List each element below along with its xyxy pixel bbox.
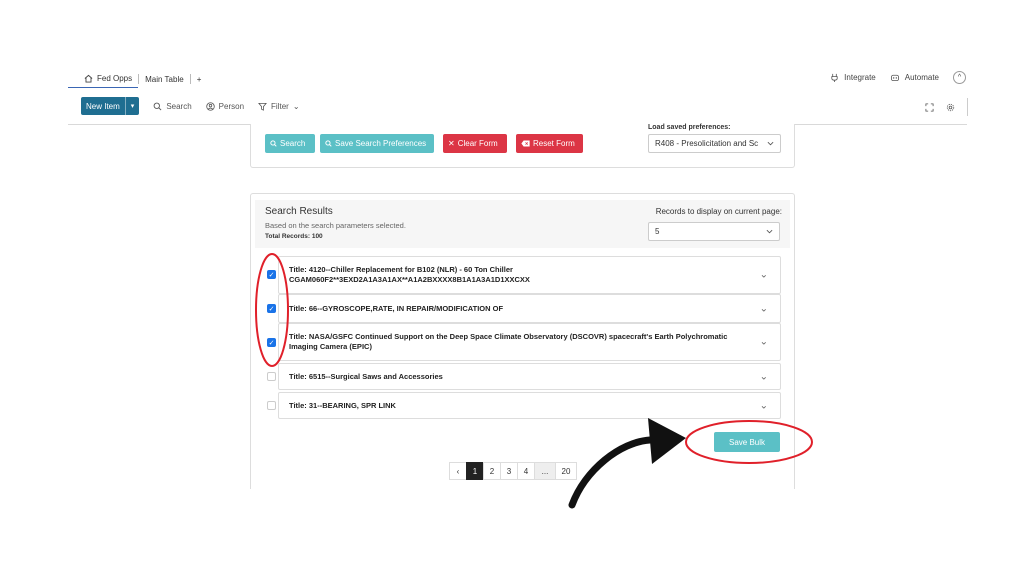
tab-main-table[interactable]: Main Table bbox=[139, 70, 190, 88]
automate-label: Automate bbox=[904, 73, 939, 82]
add-tab-button[interactable]: + bbox=[191, 70, 208, 88]
chevron-down-icon[interactable]: ⌄ bbox=[760, 370, 768, 383]
pagination-page[interactable]: 20 bbox=[555, 462, 577, 480]
chevron-down-icon[interactable]: ⌄ bbox=[760, 269, 768, 282]
chevron-up-icon: ^ bbox=[957, 74, 962, 81]
chevron-down-icon[interactable]: ⌄ bbox=[760, 336, 768, 349]
integrate-label: Integrate bbox=[844, 73, 876, 82]
pagination-ellipsis: ... bbox=[534, 462, 556, 480]
result-card[interactable]: Title: NASA/GSFC Continued Support on th… bbox=[278, 323, 781, 361]
search-icon bbox=[153, 102, 162, 111]
chevron-down-icon bbox=[767, 141, 774, 146]
plug-icon bbox=[830, 73, 839, 82]
records-per-page-select[interactable]: 5 bbox=[648, 222, 780, 241]
result-card[interactable]: Title: 6515--Surgical Saws and Accessori… bbox=[278, 363, 781, 390]
result-row: ✓ Title: 66--GYROSCOPE,RATE, IN REPAIR/M… bbox=[251, 294, 796, 323]
check-icon: ✓ bbox=[268, 305, 275, 313]
search-submit-button[interactable]: Search bbox=[265, 134, 315, 153]
top-tab-bar: Fed Opps Main Table + Integrate Automate… bbox=[68, 68, 968, 90]
results-header: Search Results Based on the search param… bbox=[255, 200, 790, 248]
board-toolbar: New Item ▾ Search Person Filter ⌄ bbox=[68, 94, 968, 118]
result-checkbox[interactable] bbox=[267, 372, 276, 381]
result-checkbox[interactable]: ✓ bbox=[267, 304, 276, 313]
pagination: ‹ 1 2 3 4 ... 20 bbox=[449, 462, 577, 480]
records-per-page-label: Records to display on current page: bbox=[655, 207, 782, 216]
load-preferences-select[interactable]: R408 - Presolicitation and Sc bbox=[648, 134, 781, 153]
filter-icon bbox=[258, 102, 267, 111]
load-preferences-value: R408 - Presolicitation and Sc bbox=[655, 139, 759, 148]
robot-icon bbox=[890, 73, 900, 82]
expand-icon[interactable] bbox=[925, 102, 934, 112]
result-title: Title: 6515--Surgical Saws and Accessori… bbox=[289, 371, 443, 381]
home-icon bbox=[84, 74, 93, 83]
save-bulk-button[interactable]: Save Bulk bbox=[714, 432, 780, 452]
result-card[interactable]: Title: 4120--Chiller Replacement for B10… bbox=[278, 256, 781, 294]
result-checkbox[interactable] bbox=[267, 401, 276, 410]
result-title: Title: 66--GYROSCOPE,RATE, IN REPAIR/MOD… bbox=[289, 303, 504, 313]
chevron-down-icon[interactable]: ⌄ bbox=[760, 399, 768, 412]
new-item-button[interactable]: New Item ▾ bbox=[81, 97, 140, 115]
result-title: Title: NASA/GSFC Continued Support on th… bbox=[289, 332, 728, 351]
clear-form-button[interactable]: ✕ Clear Form bbox=[443, 134, 507, 153]
filter-button[interactable]: Filter ⌄ bbox=[258, 101, 300, 111]
person-icon bbox=[205, 101, 215, 111]
reset-form-label: Reset Form bbox=[533, 139, 575, 148]
chevron-down-icon: ⌄ bbox=[292, 101, 300, 111]
search-button[interactable]: Search bbox=[153, 101, 192, 111]
tab-main-table-label: Main Table bbox=[145, 74, 184, 84]
backspace-icon bbox=[521, 140, 530, 147]
check-icon: ✓ bbox=[268, 271, 275, 279]
person-filter-button[interactable]: Person bbox=[205, 101, 245, 111]
integrate-button[interactable]: Integrate bbox=[830, 73, 876, 82]
result-card[interactable]: Title: 31--BEARING, SPR LINK ⌄ bbox=[278, 392, 781, 419]
search-form-panel: Search Save Search Preferences ✕ Clear F… bbox=[250, 124, 795, 168]
result-row: Title: 31--BEARING, SPR LINK ⌄ bbox=[251, 392, 796, 419]
result-row: Title: 6515--Surgical Saws and Accessori… bbox=[251, 363, 796, 390]
close-icon: ✕ bbox=[448, 139, 455, 148]
toolbar-divider bbox=[967, 98, 968, 116]
pagination-page[interactable]: 2 bbox=[483, 462, 501, 480]
result-title: Title: 31--BEARING, SPR LINK bbox=[289, 400, 396, 410]
chevron-down-icon bbox=[766, 229, 773, 234]
result-checkbox[interactable]: ✓ bbox=[267, 338, 276, 347]
filter-label: Filter bbox=[271, 101, 289, 111]
chevron-down-icon[interactable]: ▾ bbox=[124, 97, 140, 115]
pagination-page[interactable]: 3 bbox=[500, 462, 518, 480]
result-row: ✓ Title: NASA/GSFC Continued Support on … bbox=[251, 323, 796, 361]
save-search-preferences-label: Save Search Preferences bbox=[335, 139, 427, 148]
collapse-header-button[interactable]: ^ bbox=[953, 71, 966, 84]
records-per-page-value: 5 bbox=[655, 227, 660, 236]
search-label: Search bbox=[166, 101, 192, 111]
result-card[interactable]: Title: 66--GYROSCOPE,RATE, IN REPAIR/MOD… bbox=[278, 294, 781, 323]
tab-fed-opps-label: Fed Opps bbox=[97, 74, 133, 83]
tab-fed-opps[interactable]: Fed Opps bbox=[68, 70, 139, 88]
total-records: Total Records: 100 bbox=[265, 233, 323, 240]
pagination-prev[interactable]: ‹ bbox=[449, 462, 467, 480]
clear-form-label: Clear Form bbox=[457, 139, 498, 148]
toolbar-right bbox=[925, 98, 968, 116]
result-title: Title: 4120--Chiller Replacement for B10… bbox=[289, 265, 530, 284]
search-icon bbox=[325, 140, 332, 147]
gear-icon[interactable] bbox=[946, 103, 955, 112]
search-icon bbox=[270, 140, 277, 147]
new-item-label: New Item bbox=[86, 101, 120, 111]
result-checkbox[interactable]: ✓ bbox=[267, 270, 276, 279]
results-title: Search Results bbox=[265, 206, 333, 217]
automate-button[interactable]: Automate bbox=[890, 73, 939, 82]
reset-form-button[interactable]: Reset Form bbox=[516, 134, 583, 153]
result-row: ✓ Title: 4120--Chiller Replacement for B… bbox=[251, 256, 796, 294]
chevron-down-icon[interactable]: ⌄ bbox=[760, 302, 768, 315]
save-search-preferences-button[interactable]: Save Search Preferences bbox=[320, 134, 434, 153]
results-subtitle: Based on the search parameters selected. bbox=[265, 221, 406, 230]
pagination-page[interactable]: 4 bbox=[517, 462, 535, 480]
load-preferences-label: Load saved preferences: bbox=[648, 124, 731, 131]
search-submit-label: Search bbox=[280, 139, 306, 148]
check-icon: ✓ bbox=[268, 339, 275, 347]
pagination-page[interactable]: 1 bbox=[466, 462, 484, 480]
person-label: Person bbox=[218, 101, 245, 111]
plus-icon: + bbox=[196, 74, 202, 84]
top-right-actions: Integrate Automate ^ bbox=[830, 71, 966, 84]
